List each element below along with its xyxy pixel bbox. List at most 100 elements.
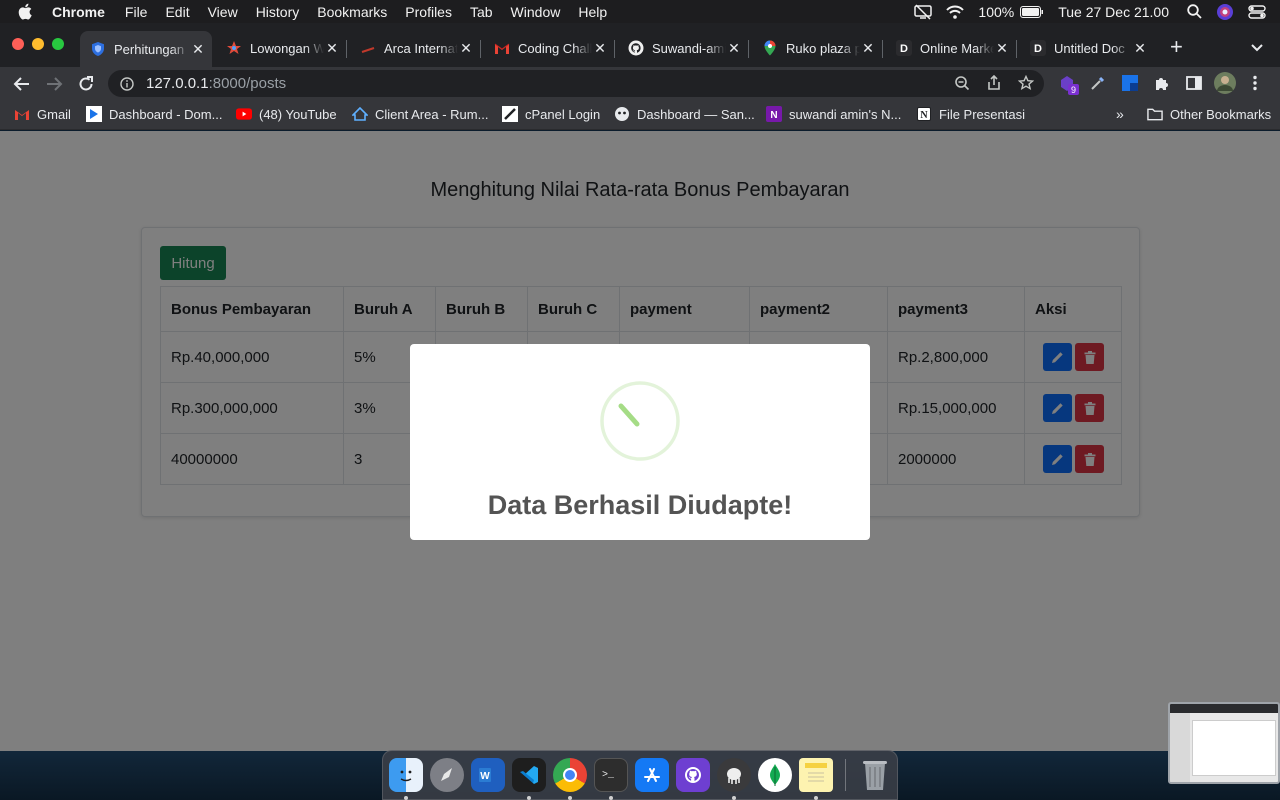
macos-dock: W >_: [382, 750, 898, 800]
tab-arca[interactable]: Arca Internat ✕: [350, 31, 481, 65]
bookmark-label: (48) YouTube: [259, 106, 337, 122]
close-tab-icon[interactable]: ✕: [592, 40, 608, 57]
tab-title: Online Marke: [920, 40, 994, 56]
tab-title: Coding Chall: [518, 40, 592, 56]
macos-menu-bar: Chrome File Edit View History Bookmarks …: [0, 0, 1280, 23]
menu-bar-clock[interactable]: Tue 27 Dec 21.00: [1058, 4, 1169, 20]
bookmark-file-presentasi[interactable]: N File Presentasi: [916, 106, 1025, 122]
menu-profiles[interactable]: Profiles: [405, 4, 452, 20]
tab-title: Untitled Doc: [1054, 40, 1125, 56]
svg-text:W: W: [480, 771, 490, 782]
color-picker-extension-icon[interactable]: [1090, 75, 1106, 91]
youtube-icon: [236, 106, 252, 122]
terminal-icon[interactable]: >_: [594, 758, 628, 792]
menu-app-name[interactable]: Chrome: [52, 4, 105, 20]
bookmark-star-icon[interactable]: [1017, 74, 1035, 95]
close-window-button[interactable]: [12, 38, 24, 50]
close-tab-icon[interactable]: ✕: [190, 41, 206, 58]
close-tab-icon[interactable]: ✕: [726, 40, 742, 57]
trash-icon[interactable]: [858, 758, 892, 792]
tab-github[interactable]: Suwandi-amin ✕: [618, 31, 749, 65]
tab-online-marketing[interactable]: D Online Marke ✕: [886, 31, 1017, 65]
launchpad-icon[interactable]: [430, 758, 464, 792]
tab-untitled-doc[interactable]: D Untitled Doc ✕: [1020, 31, 1154, 65]
extensions-puzzle-icon[interactable]: [1154, 75, 1170, 91]
word-icon[interactable]: W: [471, 758, 505, 792]
close-tab-icon[interactable]: ✕: [994, 40, 1010, 57]
menu-tab[interactable]: Tab: [470, 4, 493, 20]
menu-bar-status-area: 100% Tue 27 Dec 21.00: [914, 0, 1280, 23]
minimize-window-button[interactable]: [32, 38, 44, 50]
bookmarks-overflow-chevron-icon[interactable]: »: [1116, 106, 1124, 122]
blue-square-extension-icon[interactable]: [1122, 75, 1138, 91]
close-tab-icon[interactable]: ✕: [860, 40, 876, 57]
close-tab-icon[interactable]: ✕: [458, 40, 474, 57]
tab-search-chevron-icon[interactable]: [1250, 40, 1264, 58]
bookmark-onenote[interactable]: N suwandi amin's N...: [766, 106, 901, 122]
menu-history[interactable]: History: [256, 4, 300, 20]
battery-icon[interactable]: [1020, 5, 1044, 18]
menu-edit[interactable]: Edit: [165, 4, 189, 20]
address-bar[interactable]: 127.0.0.1:8000/posts: [108, 70, 1044, 97]
vscode-icon[interactable]: [512, 758, 546, 792]
url-host: 127.0.0.1: [146, 75, 209, 92]
notes-icon[interactable]: [799, 758, 833, 792]
bookmark-label: suwandi amin's N...: [789, 106, 902, 122]
apple-icon[interactable]: [18, 3, 38, 21]
bookmark-cpanel[interactable]: cPanel Login: [502, 106, 600, 122]
chrome-icon[interactable]: [553, 758, 587, 792]
site-info-icon[interactable]: [120, 76, 134, 91]
control-center-icon[interactable]: [1248, 4, 1266, 19]
menu-file[interactable]: File: [125, 4, 148, 20]
close-tab-icon[interactable]: ✕: [324, 40, 340, 57]
svg-text:>_: >_: [602, 770, 615, 781]
chrome-tab-strip: Perhitungan ✕ Lowongan W ✕ Arca Internat…: [0, 23, 1280, 67]
share-icon[interactable]: [986, 74, 1002, 95]
maximize-window-button[interactable]: [52, 38, 64, 50]
close-tab-icon[interactable]: ✕: [1132, 40, 1148, 57]
tab-perhitungan[interactable]: Perhitungan ✕: [80, 31, 212, 67]
bookmark-client-area[interactable]: Client Area - Rum...: [352, 106, 488, 122]
forward-arrow-icon[interactable]: [44, 75, 64, 93]
app-store-icon[interactable]: [635, 758, 669, 792]
client-area-icon: [352, 106, 368, 122]
onenote-icon: N: [766, 106, 782, 122]
new-tab-plus-icon[interactable]: +: [1170, 36, 1183, 58]
menu-help[interactable]: Help: [578, 4, 607, 20]
extension-badge-icon[interactable]: 9: [1058, 74, 1080, 96]
reload-icon[interactable]: [76, 75, 96, 93]
dock-separator: [845, 759, 846, 791]
chrome-menu-icon[interactable]: [1252, 75, 1258, 91]
bookmark-dashboard-san[interactable]: Dashboard — San...: [614, 106, 755, 122]
tab-ruko-plaza[interactable]: Ruko plaza p ✕: [752, 31, 883, 65]
tab-lowongan[interactable]: Lowongan W ✕: [216, 31, 347, 65]
notification-muted-icon[interactable]: [914, 3, 933, 20]
other-bookmarks-folder[interactable]: Other Bookmarks: [1147, 106, 1271, 122]
wifi-icon[interactable]: [946, 5, 965, 19]
menu-bookmarks[interactable]: Bookmarks: [317, 4, 387, 20]
success-check-animation-icon: [600, 381, 680, 461]
svg-text:D: D: [1034, 43, 1042, 55]
menu-view[interactable]: View: [208, 4, 238, 20]
d-logo-icon: D: [1030, 40, 1046, 56]
profile-avatar[interactable]: [1214, 72, 1236, 94]
spotlight-search-icon[interactable]: [1187, 4, 1202, 19]
shield-icon: [90, 41, 106, 57]
siri-icon[interactable]: [1216, 3, 1234, 21]
back-arrow-icon[interactable]: [12, 75, 32, 93]
mongodb-compass-icon[interactable]: [758, 758, 792, 792]
bookmark-youtube[interactable]: (48) YouTube: [236, 106, 337, 122]
tab-coding-challenge[interactable]: Coding Chall ✕: [484, 31, 615, 65]
zoom-icon[interactable]: [954, 75, 970, 95]
d-logo-icon: D: [896, 40, 912, 56]
bookmark-dashboard-dom[interactable]: Dashboard - Dom...: [86, 106, 222, 122]
sequel-ace-icon[interactable]: [717, 758, 751, 792]
menu-window[interactable]: Window: [511, 4, 561, 20]
battery-percent: 100%: [978, 3, 1015, 20]
bookmark-gmail[interactable]: Gmail: [14, 106, 71, 122]
success-message: Data Berhasil Diudapte!: [487, 490, 793, 520]
side-panel-icon[interactable]: [1186, 75, 1202, 91]
screenshot-preview-thumbnail[interactable]: [1168, 702, 1280, 784]
finder-icon[interactable]: [389, 758, 423, 792]
github-desktop-icon[interactable]: [676, 758, 710, 792]
